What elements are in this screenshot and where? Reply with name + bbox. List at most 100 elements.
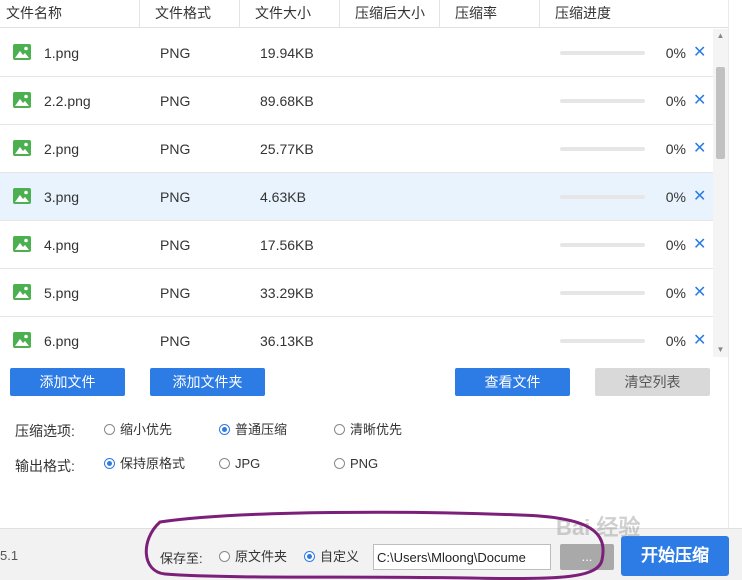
table-row[interactable]: 4.png PNG 17.56KB 0% ✕ — [0, 221, 713, 269]
file-size: 4.63KB — [260, 189, 306, 205]
start-compress-button[interactable]: 开始压缩 — [621, 536, 729, 576]
view-files-button[interactable]: 查看文件 — [455, 368, 570, 396]
file-name: 4.png — [44, 237, 80, 253]
output-path-field[interactable] — [373, 544, 551, 570]
file-size: 19.94KB — [260, 45, 314, 61]
window-edge — [728, 0, 742, 528]
progress-percent: 0% — [665, 189, 686, 205]
output-format-original[interactable]: 保持原格式 — [104, 454, 185, 474]
radio-icon — [219, 551, 230, 562]
file-name: 1.png — [44, 45, 80, 61]
image-file-icon — [13, 236, 31, 252]
compress-options-label: 压缩选项: — [15, 423, 75, 439]
file-list[interactable]: 1.png PNG 19.94KB 0% ✕ 2.2.png PNG 89.68KB 0% ✕ 2.… — [0, 29, 713, 357]
file-size: 36.13KB — [260, 333, 314, 349]
progress-percent: 0% — [665, 141, 686, 157]
file-size: 25.77KB — [260, 141, 314, 157]
compress-option-smaller[interactable]: 缩小优先 — [104, 420, 172, 440]
add-folder-button[interactable]: 添加文件夹 — [150, 368, 265, 396]
radio-icon — [334, 458, 345, 469]
file-format: PNG — [160, 93, 191, 109]
image-file-icon — [13, 44, 31, 60]
column-header-ratio: 压缩率 — [440, 0, 540, 28]
file-name: 3.png — [44, 189, 80, 205]
save-option-custom[interactable]: 自定义 — [304, 547, 359, 567]
output-format-png[interactable]: PNG — [334, 454, 378, 474]
progress-percent: 0% — [665, 333, 686, 349]
radio-icon — [304, 551, 315, 562]
output-format-jpg[interactable]: JPG — [219, 454, 260, 474]
progress-bar — [560, 147, 645, 151]
progress-bar — [560, 195, 645, 199]
file-size: 17.56KB — [260, 237, 314, 253]
radio-label: JPG — [235, 456, 261, 471]
progress-percent: 0% — [665, 237, 686, 253]
table-row[interactable]: 6.png PNG 36.13KB 0% ✕ — [0, 317, 713, 357]
table-row[interactable]: 2.png PNG 25.77KB 0% ✕ — [0, 125, 713, 173]
progress-bar — [560, 339, 645, 343]
file-format: PNG — [160, 285, 191, 301]
radio-icon — [219, 458, 230, 469]
radio-icon — [219, 424, 230, 435]
remove-row-close-icon[interactable]: ✕ — [693, 269, 706, 317]
file-format: PNG — [160, 333, 191, 349]
radio-label: 自定义 — [320, 549, 360, 564]
radio-label: 保持原格式 — [120, 456, 186, 471]
file-size: 33.29KB — [260, 285, 314, 301]
image-file-icon — [13, 92, 31, 108]
table-row[interactable]: 2.2.png PNG 89.68KB 0% ✕ — [0, 77, 713, 125]
compress-option-normal[interactable]: 普通压缩 — [219, 420, 287, 440]
radio-icon — [104, 458, 115, 469]
file-size: 89.68KB — [260, 93, 314, 109]
file-format: PNG — [160, 141, 191, 157]
scroll-up-arrow-icon[interactable]: ▲ — [713, 29, 728, 43]
image-file-icon — [13, 284, 31, 300]
remove-row-close-icon[interactable]: ✕ — [693, 125, 706, 173]
radio-label: 普通压缩 — [235, 422, 288, 437]
add-file-button[interactable]: 添加文件 — [10, 368, 125, 396]
remove-row-close-icon[interactable]: ✕ — [693, 77, 706, 125]
browse-button[interactable]: ... — [560, 544, 614, 570]
file-name: 5.png — [44, 285, 80, 301]
column-header-compressed-size: 压缩后大小 — [340, 0, 440, 28]
table-row[interactable]: 3.png PNG 4.63KB 0% ✕ — [0, 173, 713, 221]
image-file-icon — [13, 332, 31, 348]
save-option-original-folder[interactable]: 原文件夹 — [219, 547, 287, 567]
version-text: 5.1 — [0, 548, 19, 563]
baidu-watermark: Bai 经验 — [556, 515, 641, 540]
column-header-size: 文件大小 — [240, 0, 340, 28]
radio-label: PNG — [350, 456, 379, 471]
file-table-header: 文件名称 文件格式 文件大小 压缩后大小 压缩率 压缩进度 — [0, 0, 728, 28]
radio-label: 原文件夹 — [235, 549, 288, 564]
table-row[interactable]: 5.png PNG 33.29KB 0% ✕ — [0, 269, 713, 317]
radio-icon — [104, 424, 115, 435]
progress-percent: 0% — [665, 93, 686, 109]
remove-row-close-icon[interactable]: ✕ — [693, 221, 706, 269]
image-file-icon — [13, 140, 31, 156]
column-header-format: 文件格式 — [140, 0, 240, 28]
progress-bar — [560, 99, 645, 103]
file-format: PNG — [160, 45, 191, 61]
scrollbar-thumb[interactable] — [716, 67, 725, 159]
file-name: 2.png — [44, 141, 80, 157]
column-header-filename: 文件名称 — [0, 0, 140, 28]
radio-icon — [334, 424, 345, 435]
progress-percent: 0% — [665, 285, 686, 301]
list-scrollbar[interactable]: ▲ ▼ — [713, 29, 728, 357]
scroll-down-arrow-icon[interactable]: ▼ — [713, 343, 728, 357]
remove-row-close-icon[interactable]: ✕ — [693, 173, 706, 221]
clear-list-button[interactable]: 清空列表 — [595, 368, 710, 396]
file-name: 6.png — [44, 333, 80, 349]
remove-row-close-icon[interactable]: ✕ — [693, 29, 706, 77]
image-file-icon — [13, 188, 31, 204]
file-format: PNG — [160, 237, 191, 253]
table-row[interactable]: 1.png PNG 19.94KB 0% ✕ — [0, 29, 713, 77]
progress-bar — [560, 291, 645, 295]
compress-option-clear[interactable]: 清晰优先 — [334, 420, 402, 440]
save-to-label: 保存至: — [160, 551, 203, 566]
file-name: 2.2.png — [44, 93, 91, 109]
radio-label: 缩小优先 — [120, 422, 173, 437]
remove-row-close-icon[interactable]: ✕ — [693, 317, 706, 357]
radio-label: 清晰优先 — [350, 422, 403, 437]
file-format: PNG — [160, 189, 191, 205]
